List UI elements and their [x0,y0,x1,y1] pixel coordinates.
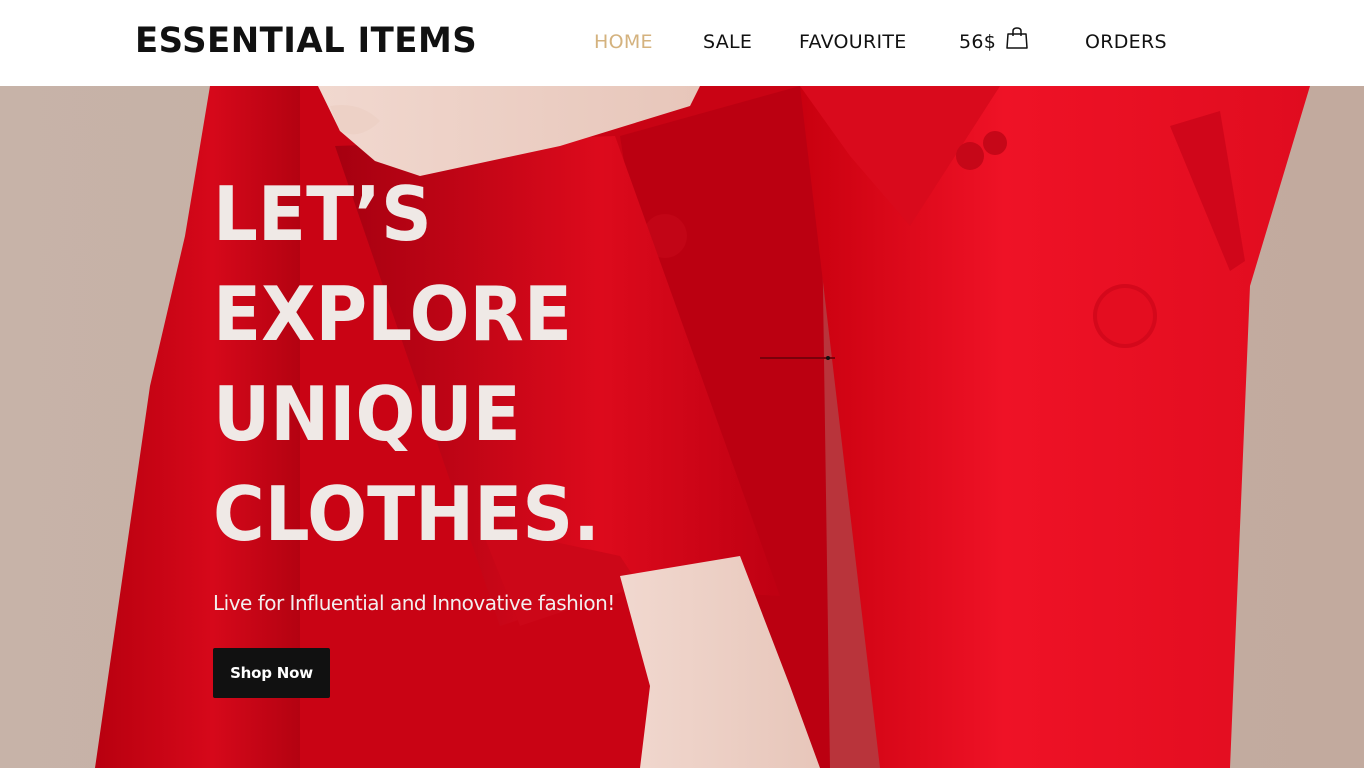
hero-heading-line-3: UNIQUE [213,370,521,458]
hero-heading-line-1: LET’S [213,170,432,258]
nav-favourite-link[interactable]: FAVOURITE [799,30,907,54]
main-nav: HOME SALE FAVOURITE 56$ ORDERS [0,0,1364,86]
nav-orders-link[interactable]: ORDERS [1085,30,1167,54]
top-navbar: ESSENTIAL ITEMS HOME SALE FAVOURITE 56$ … [0,0,1364,86]
hero-heading-line-2: EXPLORE [213,270,572,358]
hero-banner: LET’S EXPLORE UNIQUE CLOTHES. Live for I… [0,86,1364,768]
shop-now-button[interactable]: Shop Now [213,648,330,698]
cart-total: 56$ [959,31,997,53]
hero-subtitle: Live for Influential and Innovative fash… [213,591,615,615]
hero-heading-line-4: CLOTHES. [213,470,600,558]
shopping-bag-icon [1005,26,1029,50]
hero-background-image [0,86,1364,768]
nav-home-link[interactable]: HOME [594,30,653,54]
nav-cart-link[interactable]: 56$ [959,27,1029,54]
hero-heading: LET’S EXPLORE UNIQUE CLOTHES. [213,164,600,564]
nav-sale-link[interactable]: SALE [703,30,752,54]
